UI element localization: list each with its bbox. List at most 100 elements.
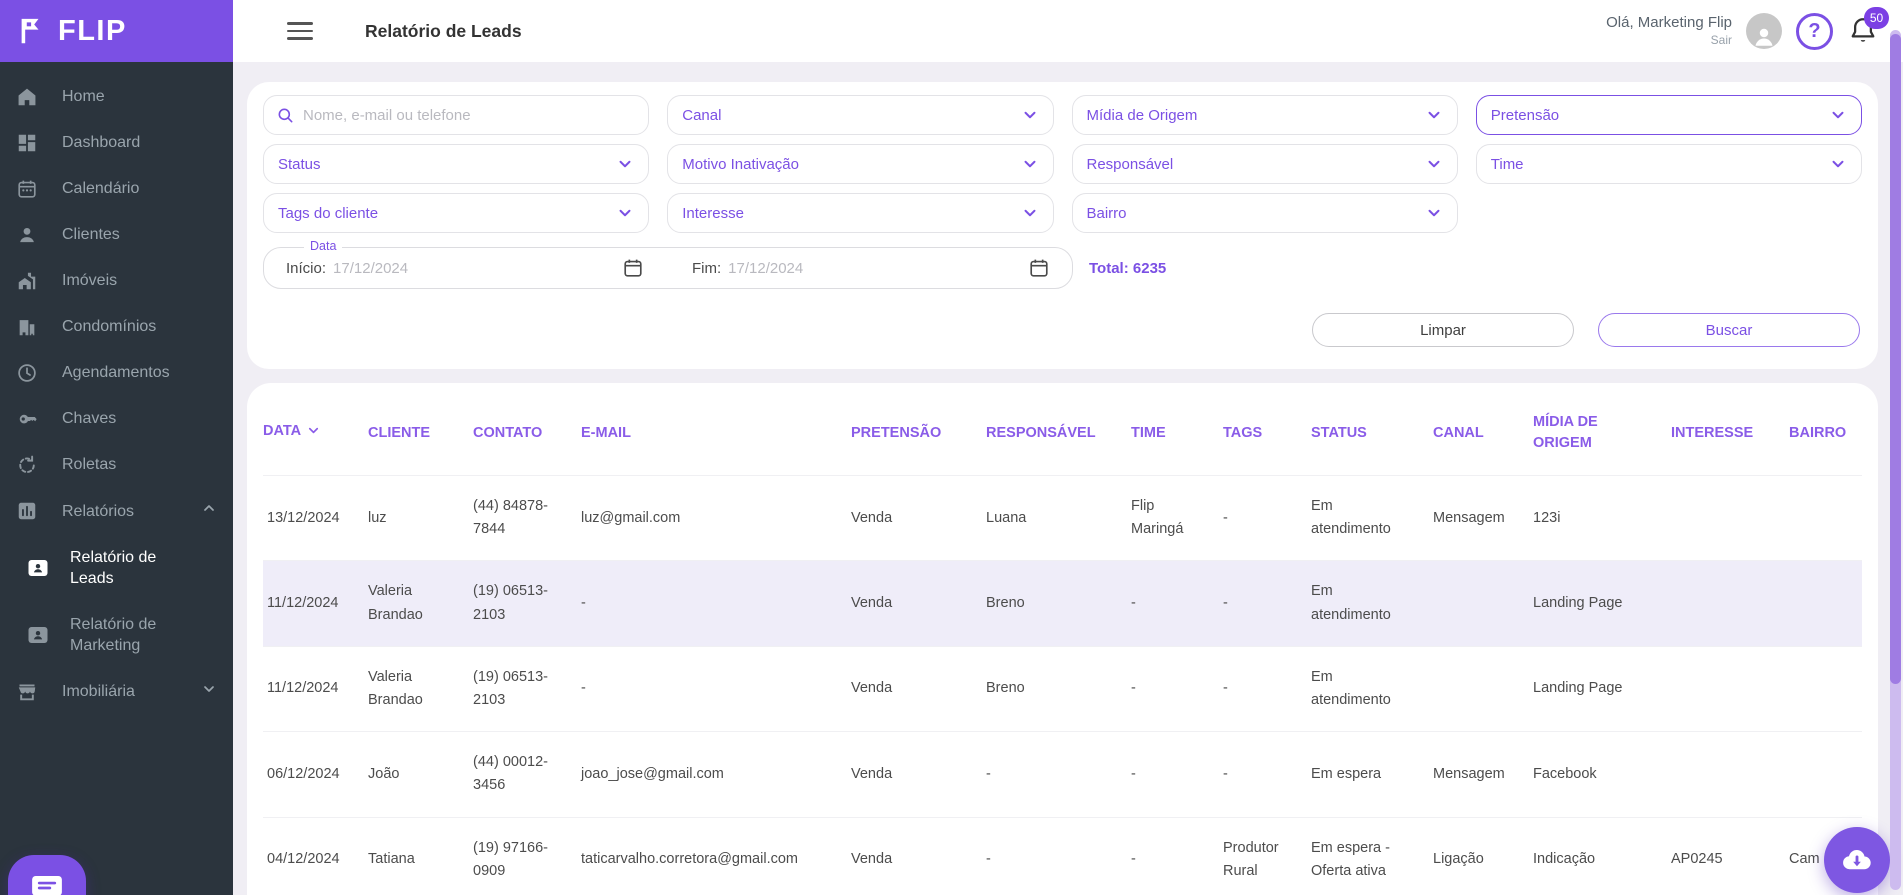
sidebar-item[interactable]: Relatório de Marketing: [0, 602, 233, 669]
column-header[interactable]: TIME: [1131, 385, 1223, 476]
cell-email: -: [581, 595, 586, 611]
filter-dropdown[interactable]: Canal: [667, 95, 1054, 135]
cell-interesse: AP0245: [1671, 851, 1723, 868]
cell-midia-origem: Landing Page: [1533, 680, 1623, 697]
cell-responsavel: Luana: [986, 509, 1027, 526]
sidebar-item-label: Roletas: [62, 456, 117, 474]
table-row[interactable]: 06/12/2024 João (44) 00012-3456 joao_jos…: [263, 731, 1862, 817]
cell-pretensao: Venda: [851, 851, 893, 868]
notification-badge: 50: [1864, 7, 1889, 29]
date-end-input[interactable]: Fim: 17/12/2024: [692, 257, 1050, 279]
cell-canal: [1433, 561, 1533, 646]
date-start-input[interactable]: Início: 17/12/2024: [286, 257, 644, 279]
cell-responsavel: Breno: [986, 680, 1025, 697]
sidebar-item-label: Imobiliária: [62, 683, 135, 701]
sidebar-item[interactable]: Condomínios: [0, 304, 233, 350]
cell-cliente: Valeria Brandao: [368, 668, 423, 708]
cell-responsavel: Breno: [986, 595, 1025, 611]
avatar[interactable]: [1746, 13, 1782, 49]
sidebar-item[interactable]: Imobiliária: [0, 669, 233, 716]
chevron-down-icon: [1425, 106, 1443, 124]
column-header[interactable]: PRETENSÃO: [851, 385, 986, 476]
column-header[interactable]: TAGS: [1223, 385, 1311, 476]
sidebar-item-label: Condomínios: [62, 318, 157, 336]
sidebar-item[interactable]: Calendário: [0, 166, 233, 212]
column-header[interactable]: CANAL: [1433, 385, 1533, 476]
table-row[interactable]: 11/12/2024 Valeria Brandao (19) 06513-21…: [263, 560, 1862, 647]
sidebar-item-icon: [16, 178, 38, 200]
sidebar-item-label: Calendário: [62, 180, 140, 198]
filter-dropdown[interactable]: Status: [263, 144, 650, 184]
chat-button[interactable]: [8, 855, 86, 895]
sidebar-item-icon: [16, 316, 38, 338]
sidebar-item-label: Home: [62, 88, 105, 106]
column-header-label: STATUS: [1311, 424, 1367, 441]
calendar-icon[interactable]: [622, 257, 644, 279]
search-button[interactable]: Buscar: [1598, 313, 1860, 347]
filter-dropdown[interactable]: Interesse: [667, 193, 1054, 233]
filter-dropdown-label: Mídia de Origem: [1086, 106, 1198, 124]
cell-time: Flip Maringá: [1131, 498, 1184, 538]
export-download-button[interactable]: [1824, 827, 1890, 893]
sidebar-item-label: Relatórios: [62, 502, 135, 520]
cell-interesse: [1671, 561, 1789, 646]
filter-dropdown[interactable]: Time: [1475, 144, 1862, 184]
filter-dropdown[interactable]: Responsável: [1071, 144, 1458, 184]
chevron-down-icon: [1021, 204, 1039, 222]
sidebar: FLIP Home Dashboard Calendário Clientes …: [0, 0, 233, 895]
filter-dropdown[interactable]: Pretensão: [1475, 95, 1862, 135]
logout-link[interactable]: Sair: [1606, 33, 1732, 48]
scrollbar-thumb[interactable]: [1890, 34, 1901, 684]
flip-flag-icon: [21, 18, 39, 44]
sidebar-item[interactable]: Roletas: [0, 442, 233, 488]
calendar-icon[interactable]: [1028, 257, 1050, 279]
menu-icon[interactable]: [287, 22, 313, 40]
sidebar-item[interactable]: Dashboard: [0, 120, 233, 166]
sidebar-item[interactable]: Imóveis: [0, 258, 233, 304]
sidebar-item[interactable]: Relatório de Leads: [0, 535, 233, 602]
column-header[interactable]: STATUS: [1311, 385, 1433, 476]
cell-responsavel: -: [986, 851, 991, 868]
column-header[interactable]: DATA: [263, 385, 368, 476]
sidebar-item[interactable]: Chaves: [0, 396, 233, 442]
page-scrollbar[interactable]: [1890, 30, 1901, 890]
table-row[interactable]: 04/12/2024 Tatiana (19) 97166-0909 tatic…: [263, 817, 1862, 895]
sort-icon[interactable]: [306, 423, 321, 445]
filter-grid: Canal Mídia de Origem: [263, 95, 1862, 233]
column-header[interactable]: E-MAIL: [581, 385, 851, 476]
help-icon[interactable]: ?: [1796, 12, 1833, 50]
sidebar-item-icon: [16, 132, 38, 154]
filter-dropdown[interactable]: Tags do cliente: [263, 193, 650, 233]
cell-tags: -: [1223, 765, 1228, 782]
sidebar-item-icon: [16, 454, 38, 476]
filter-dropdown[interactable]: Bairro: [1071, 193, 1458, 233]
sidebar-item-label: Dashboard: [62, 134, 141, 152]
filter-dropdown[interactable]: Motivo Inativação: [667, 144, 1054, 184]
sidebar-item[interactable]: Relatórios: [0, 488, 233, 535]
filter-dropdown-label: Interesse: [682, 204, 744, 222]
column-header[interactable]: CONTATO: [473, 385, 581, 476]
cell-contato: (44) 84878-7844: [473, 498, 548, 538]
sidebar-item[interactable]: Agendamentos: [0, 350, 233, 396]
leads-table-panel: DATA CLIENTE CONTATO E-MAIL PRETENSÃO RE…: [247, 383, 1878, 895]
sidebar-item[interactable]: Home: [0, 74, 233, 120]
table-row[interactable]: 13/12/2024 luz (44) 84878-7844 luz@gmail…: [263, 475, 1862, 561]
table-row[interactable]: 11/12/2024 Valeria Brandao (19) 06513-21…: [263, 646, 1862, 731]
user-info: Olá, Marketing Flip Sair: [1606, 14, 1732, 48]
column-header[interactable]: INTERESSE: [1671, 385, 1789, 476]
filter-dropdown[interactable]: Mídia de Origem: [1071, 95, 1458, 135]
column-header[interactable]: CLIENTE: [368, 385, 473, 476]
column-header[interactable]: MÍDIA DE ORIGEM: [1533, 385, 1671, 476]
column-header[interactable]: BAIRRO: [1789, 385, 1862, 476]
clear-button[interactable]: Limpar: [1312, 313, 1574, 347]
cell-cliente: Tatiana: [368, 851, 415, 868]
notifications-button[interactable]: 50: [1847, 7, 1889, 47]
cell-midia-origem: Facebook: [1533, 765, 1597, 782]
search-input[interactable]: [303, 106, 637, 124]
chat-bubble-icon: [32, 875, 62, 895]
column-header[interactable]: RESPONSÁVEL: [986, 385, 1131, 476]
help-glyph: ?: [1808, 19, 1821, 42]
sidebar-item-label: Agendamentos: [62, 364, 170, 382]
sidebar-item[interactable]: Clientes: [0, 212, 233, 258]
brand-logo[interactable]: FLIP: [0, 0, 233, 62]
